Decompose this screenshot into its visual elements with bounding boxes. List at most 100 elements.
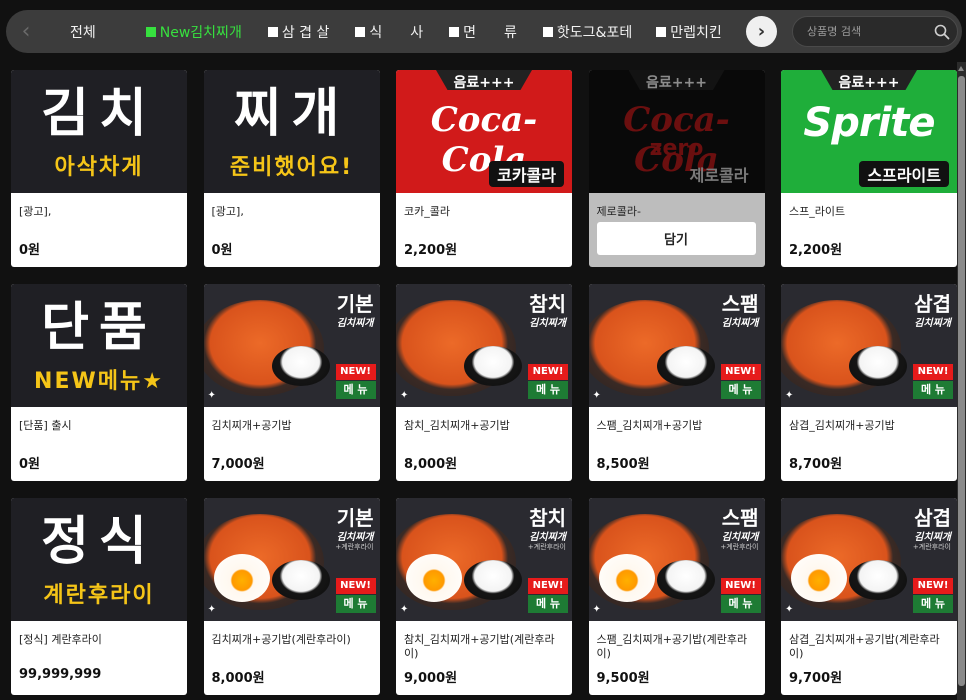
- category-tab-samgyeopsal[interactable]: 삼 겹 살: [267, 10, 329, 53]
- stew-extra: +계란후라이: [720, 543, 759, 551]
- new-badge: NEW!: [720, 364, 761, 380]
- product-price: 2,200원: [404, 243, 458, 258]
- product-card[interactable]: 찌개 준비했어요! [광고], 0원: [203, 70, 380, 267]
- product-image: 음료+++ Sprite 스프라이트: [781, 70, 957, 193]
- product-image: 참치 김치찌개 NEW! 메 뉴 ✦: [396, 284, 572, 407]
- drink-korean-name: 코카콜라: [489, 161, 564, 187]
- category-tab-all[interactable]: 전체: [70, 10, 96, 53]
- menu-badge: 메 뉴: [528, 381, 568, 399]
- product-image: 음료+++ Coca-Cola 코카콜라: [396, 70, 572, 193]
- promo-headline: 찌개: [233, 83, 350, 144]
- product-card[interactable]: 음료+++ Sprite 스프라이트 스프_라이트 2,200원: [781, 70, 957, 267]
- product-price: 9,700원: [789, 671, 843, 686]
- stew-extra: +계란후라이: [912, 543, 951, 551]
- search-box: [792, 16, 958, 47]
- product-name: 삼겹_김치찌개+공기밥: [789, 419, 895, 432]
- product-card[interactable]: 참치 김치찌개 NEW! 메 뉴 ✦ 참치_김치찌개+공기밥 8,000원: [396, 284, 572, 481]
- drink-korean-name: 제로콜라: [689, 166, 749, 185]
- rice-bowl-icon: [849, 346, 907, 386]
- product-price: 0원: [19, 457, 41, 472]
- add-to-cart-button[interactable]: 담기: [596, 222, 756, 255]
- stew-subtitle: 김치찌개: [914, 318, 951, 329]
- product-card[interactable]: 김치 아삭차게 [광고], 0원: [11, 70, 187, 267]
- brand-logo-icon: ✦: [785, 604, 794, 615]
- stew-title: 기본: [336, 292, 374, 316]
- square-icon: [656, 26, 667, 37]
- product-card[interactable]: 삼겹 김치찌개 NEW! 메 뉴 ✦ 삼겹_김치찌개+공기밥 8,700원: [781, 284, 957, 481]
- drink-logo-zero: zero: [649, 136, 704, 161]
- scroll-thumb[interactable]: [958, 76, 965, 686]
- stew-extra: +계란후라이: [527, 543, 566, 551]
- brand-logo-icon: ✦: [592, 390, 601, 401]
- promo-subline: 아삭차게: [54, 154, 144, 180]
- category-tab-chicken[interactable]: 만렙치킨: [656, 10, 722, 53]
- stew-subtitle: 김치찌개: [529, 318, 566, 329]
- stew-subtitle: 김치찌개: [529, 532, 566, 543]
- product-image: 단품 NEW메뉴★: [11, 284, 187, 407]
- product-price: 2,200원: [789, 243, 843, 258]
- product-card[interactable]: 단품 NEW메뉴★ [단품] 출시 0원: [11, 284, 187, 481]
- product-price: 9,000원: [404, 671, 458, 686]
- stew-extra: +계란후라이: [335, 543, 374, 551]
- product-image: 스팸 김치찌개 NEW! 메 뉴 ✦: [588, 284, 765, 407]
- fried-egg-icon: [213, 554, 270, 602]
- new-badge: NEW!: [913, 364, 953, 380]
- product-card[interactable]: 스팸 김치찌개 NEW! 메 뉴 ✦ 스팸_김치찌개+공기밥 8,500원: [588, 284, 765, 481]
- fried-egg-icon: [406, 554, 462, 602]
- product-price: 9,500원: [596, 671, 650, 686]
- new-badge: NEW!: [528, 364, 568, 380]
- product-image: 정식계란후라이: [11, 498, 187, 621]
- stew-title: 참치: [529, 506, 566, 530]
- square-icon: [267, 26, 278, 37]
- brand-logo-icon: ✦: [400, 390, 409, 401]
- product-image: 찌개 준비했어요!: [203, 70, 380, 193]
- product-name: 참치_김치찌개+공기밥: [404, 419, 510, 432]
- rice-bowl-icon: [464, 560, 522, 600]
- scrollbar[interactable]: [957, 62, 966, 700]
- fried-egg-icon: [598, 554, 655, 602]
- product-name: [단품] 출시: [19, 419, 72, 432]
- drink-tag: 음료+++: [453, 75, 515, 91]
- rice-bowl-icon: [271, 560, 330, 600]
- chevron-left-icon[interactable]: ‹: [6, 10, 46, 53]
- drink-tag: 음료+++: [838, 75, 900, 91]
- category-tab-meal[interactable]: 식 사: [355, 10, 423, 53]
- product-name: 삼겹_김치찌개+공기밥(계란후라이): [789, 633, 940, 660]
- product-card[interactable]: 기본 김치찌개 +계란후라이 NEW! 메 뉴 ✦ 김치찌개+공기밥(계란후라이) 8,000…: [203, 498, 380, 695]
- product-image: 스팸 김치찌개 +계란후라이 NEW! 메 뉴 ✦: [588, 498, 765, 621]
- square-icon: [542, 26, 553, 37]
- product-name: 김치찌개+공기밥(계란후라이): [211, 633, 351, 646]
- product-card[interactable]: 정식 계란후라이 [정식] 계란후라이 99,999,999: [11, 498, 187, 695]
- menu-badge: 메 뉴: [335, 381, 376, 399]
- drink-tag: 음료+++: [646, 75, 707, 91]
- category-tab-new-kimchi[interactable]: New김치찌개: [145, 10, 242, 53]
- search-input[interactable]: [793, 25, 927, 38]
- brand-logo-icon: ✦: [207, 390, 216, 401]
- product-image: 기본 김치찌개 +계란후라이 NEW! 메 뉴 ✦: [203, 498, 380, 621]
- product-card[interactable]: 음료+++ Coca-Cola 코카콜라코카_콜라 2,200원: [396, 70, 572, 267]
- product-card[interactable]: 기본 김치찌개 NEW! 메 뉴 ✦ 김치찌개+공기밥 7,000원: [203, 284, 380, 481]
- product-price: 8,000원: [211, 671, 265, 686]
- product-card[interactable]: 참치 김치찌개 +계란후라이 NEW! 메 뉴 ✦ 참치_김치찌개+공기밥(계란후라이) 9,…: [396, 498, 572, 695]
- menu-badge: 메 뉴: [913, 595, 953, 613]
- search-icon[interactable]: [927, 24, 957, 40]
- product-name: 코카_콜라: [404, 205, 450, 218]
- rice-bowl-icon: [271, 346, 330, 386]
- product-card[interactable]: 음료+++ Coca-Cola zero 제로콜라 제로콜라- 담기: [588, 70, 765, 267]
- chevron-right-icon[interactable]: ›: [746, 16, 777, 47]
- product-image: 참치 김치찌개 +계란후라이 NEW! 메 뉴 ✦: [396, 498, 572, 621]
- category-tab-noodles[interactable]: 면 류: [449, 10, 517, 53]
- drink-logo: Sprite: [803, 100, 935, 146]
- product-card[interactable]: 삼겹 김치찌개 +계란후라이 NEW! 메 뉴 ✦ 삼겹_김치찌개+공기밥(계란후라이) 9,…: [781, 498, 957, 695]
- brand-logo-icon: ✦: [207, 604, 216, 615]
- promo-subline: 계란후라이: [43, 582, 155, 608]
- product-card[interactable]: 스팸 김치찌개 +계란후라이 NEW! 메 뉴 ✦ 스팸_김치찌개+공기밥(계란후라이) 9,…: [588, 498, 765, 695]
- scroll-up-arrow-icon[interactable]: [958, 66, 964, 71]
- product-price: 0원: [19, 243, 41, 258]
- stew-subtitle: 김치찌개: [721, 532, 759, 543]
- stew-subtitle: 김치찌개: [336, 318, 374, 329]
- promo-headline: 정식: [41, 511, 157, 572]
- category-tab-hotdog[interactable]: 핫도그&포테: [542, 10, 632, 53]
- category-navbar: ‹ 전체 New김치찌개 삼 겹 살 식 사 면 류 핫도그&포테 만렙치킨 ›…: [6, 10, 962, 53]
- product-grid: 김치 아삭차게 [광고], 0원 찌개 준비했어요! [광고], 0원 음료+++ Coca-Co…: [11, 70, 957, 695]
